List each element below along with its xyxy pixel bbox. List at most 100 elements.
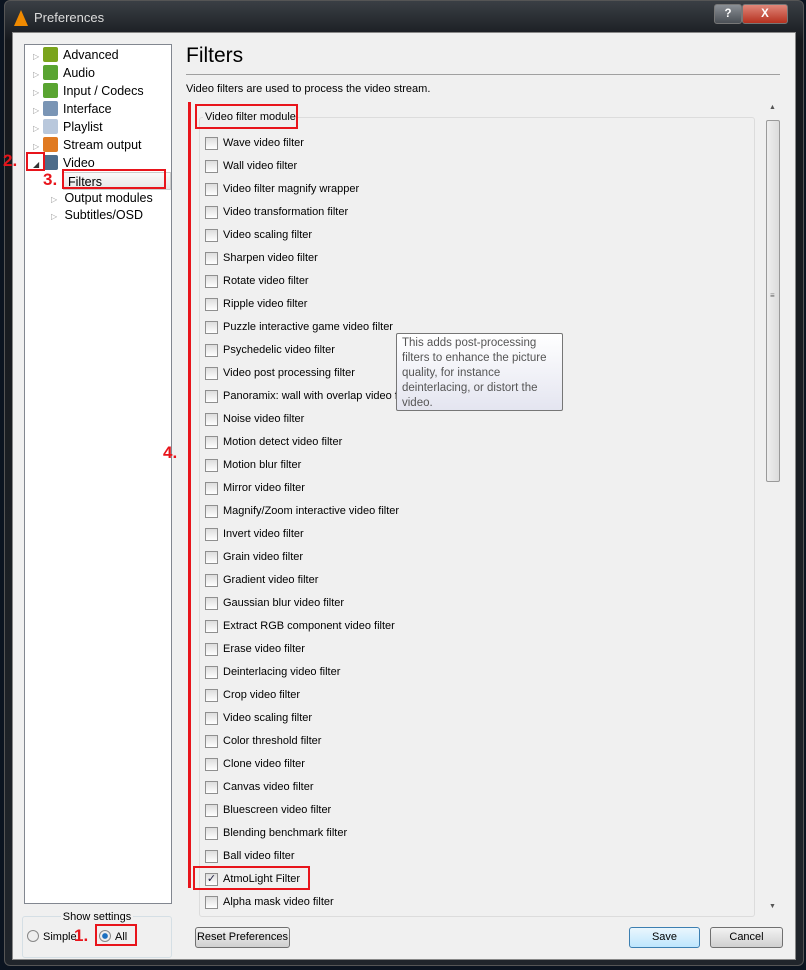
checkbox[interactable] [205, 251, 218, 265]
checkbox[interactable] [205, 803, 218, 817]
filter-label: Puzzle interactive game video filter [223, 321, 393, 333]
filter-checkbox-item[interactable]: Grain video filter [205, 549, 303, 565]
checkbox[interactable] [205, 826, 218, 840]
filter-checkbox-item[interactable]: Puzzle interactive game video filter [205, 319, 393, 335]
scroll-up-arrow-icon[interactable]: ▲ [769, 104, 776, 111]
checkbox[interactable] [205, 757, 218, 771]
tree-item-playlist[interactable]: ▷ Playlist [33, 118, 103, 136]
checkbox[interactable] [205, 297, 218, 311]
filter-label: Rotate video filter [223, 275, 309, 287]
filter-checkbox-item[interactable]: Deinterlacing video filter [205, 664, 340, 680]
tree-item-audio[interactable]: ▷ Audio [33, 64, 95, 82]
checkbox[interactable] [205, 780, 218, 794]
checkbox[interactable] [205, 688, 218, 702]
filter-checkbox-item[interactable]: Video filter magnify wrapper [205, 181, 359, 197]
filter-checkbox-item[interactable]: Psychedelic video filter [205, 342, 335, 358]
filter-checkbox-item[interactable]: Video transformation filter [205, 204, 348, 220]
filter-checkbox-item[interactable]: Video scaling filter [205, 710, 312, 726]
filter-checkbox-item[interactable]: Blending benchmark filter [205, 825, 347, 841]
tree-item-stream-output[interactable]: ▷ Stream output [33, 136, 142, 154]
checkbox[interactable] [205, 711, 218, 725]
filter-checkbox-item[interactable]: Noise video filter [205, 411, 304, 427]
filter-label: Alpha mask video filter [223, 896, 334, 908]
checkbox[interactable] [205, 573, 218, 587]
annotation-3: 3. [43, 170, 58, 189]
filter-label: Panoramix: wall with overlap video filte… [223, 390, 416, 402]
reset-preferences-button[interactable]: Reset Preferences [195, 927, 290, 948]
checkbox[interactable] [205, 159, 218, 173]
filter-checkbox-item[interactable]: Invert video filter [205, 526, 304, 542]
checkbox[interactable] [205, 205, 218, 219]
page-title: Filters [186, 44, 244, 67]
divider [186, 74, 780, 75]
filter-label: Noise video filter [223, 413, 305, 425]
checkbox[interactable] [205, 665, 218, 679]
radio-simple[interactable]: Simple [27, 930, 77, 943]
filter-checkbox-item[interactable]: Gaussian blur video filter [205, 595, 344, 611]
checkbox[interactable] [205, 136, 218, 150]
scroll-down-arrow-icon[interactable]: ▼ [769, 903, 776, 910]
save-button[interactable]: Save [629, 927, 700, 948]
filter-checkbox-item[interactable]: Panoramix: wall with overlap video filte… [205, 388, 416, 404]
annotation-box-expand [26, 152, 45, 171]
filter-checkbox-item[interactable]: Ripple video filter [205, 296, 307, 312]
checkbox[interactable] [205, 343, 218, 357]
filter-checkbox-item[interactable]: Magnify/Zoom interactive video filter [205, 503, 399, 519]
checkbox[interactable] [205, 182, 218, 196]
checkbox[interactable] [205, 274, 218, 288]
checkbox[interactable] [205, 734, 218, 748]
checkbox[interactable] [205, 596, 218, 610]
tree-item-subtitles-osd[interactable]: ▷ Subtitles/OSD [51, 206, 143, 224]
filter-checkbox-item[interactable]: Crop video filter [205, 687, 300, 703]
filter-checkbox-item[interactable]: Bluescreen video filter [205, 802, 331, 818]
checkbox[interactable] [205, 895, 218, 909]
checkbox[interactable] [205, 366, 218, 380]
checkbox[interactable] [205, 228, 218, 242]
filter-checkbox-item[interactable]: Color threshold filter [205, 733, 321, 749]
filter-checkbox-item[interactable]: Canvas video filter [205, 779, 314, 795]
tree-item-advanced[interactable]: ▷ Advanced [33, 46, 119, 64]
tree-item-output-modules[interactable]: ▷ Output modules [51, 189, 153, 207]
checkbox[interactable] [205, 320, 218, 334]
checkbox[interactable] [205, 412, 218, 426]
close-button[interactable]: X [742, 4, 788, 24]
filter-checkbox-item[interactable]: Rotate video filter [205, 273, 309, 289]
filter-checkbox-item[interactable]: Video post processing filter [205, 365, 355, 381]
checkbox[interactable] [205, 389, 218, 403]
checkbox[interactable] [205, 481, 218, 495]
filter-checkbox-item[interactable]: Extract RGB component video filter [205, 618, 395, 634]
checkbox[interactable] [205, 619, 218, 633]
checkbox[interactable] [205, 504, 218, 518]
checkbox[interactable] [205, 527, 218, 541]
filter-checkbox-item[interactable]: Gradient video filter [205, 572, 318, 588]
filter-checkbox-item[interactable]: Clone video filter [205, 756, 305, 772]
cancel-button[interactable]: Cancel [710, 927, 783, 948]
filter-checkbox-item[interactable]: Erase video filter [205, 641, 305, 657]
filter-checkbox-item[interactable]: Motion detect video filter [205, 434, 342, 450]
filter-checkbox-item[interactable]: Video scaling filter [205, 227, 312, 243]
tree-item-label: Playlist [63, 120, 103, 134]
checkbox[interactable] [205, 642, 218, 656]
scrollbar-thumb[interactable]: ≡ [766, 120, 780, 482]
checkbox[interactable] [205, 849, 218, 863]
filter-label: Gradient video filter [223, 574, 319, 586]
filter-label: Bluescreen video filter [223, 804, 332, 816]
expand-arrow-icon[interactable]: ▷ [51, 208, 61, 226]
checkbox[interactable] [205, 550, 218, 564]
filter-checkbox-item[interactable]: Motion blur filter [205, 457, 301, 473]
help-button[interactable]: ? [714, 4, 742, 24]
filter-checkbox-item[interactable]: Wall video filter [205, 158, 297, 174]
window-title: Preferences [34, 10, 105, 25]
tree-item-interface[interactable]: ▷ Interface [33, 100, 112, 118]
filter-label: Psychedelic video filter [223, 344, 335, 356]
filter-checkbox-item[interactable]: Wave video filter [205, 135, 304, 151]
filter-checkbox-item[interactable]: Mirror video filter [205, 480, 305, 496]
filter-checkbox-item[interactable]: Sharpen video filter [205, 250, 318, 266]
tree-item-input-codecs[interactable]: ▷ Input / Codecs [33, 82, 144, 100]
filter-checkbox-item[interactable]: Alpha mask video filter [205, 894, 334, 910]
checkbox[interactable] [205, 458, 218, 472]
filter-checkbox-item[interactable]: Ball video filter [205, 848, 295, 864]
scrollbar[interactable]: ▲ ≡ ▼ [765, 102, 781, 912]
filter-label: Deinterlacing video filter [223, 666, 341, 678]
checkbox[interactable] [205, 435, 218, 449]
